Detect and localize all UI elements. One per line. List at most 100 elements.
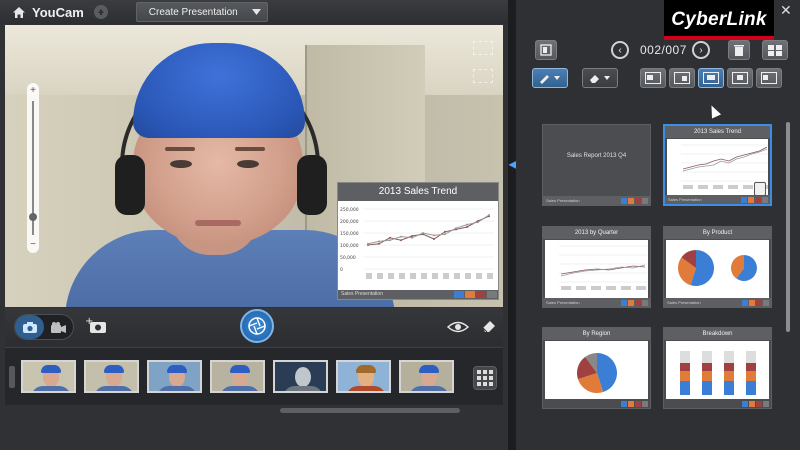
trash-icon[interactable] bbox=[728, 40, 750, 60]
shutter-icon[interactable] bbox=[240, 309, 274, 343]
next-page-icon[interactable]: › bbox=[692, 41, 710, 59]
card-stacked-bar-segment bbox=[680, 363, 690, 371]
thumbnail-6[interactable] bbox=[336, 360, 391, 393]
home-icon[interactable] bbox=[12, 5, 26, 19]
panel-divider bbox=[508, 0, 516, 450]
presentation-slide-overlay[interactable]: 2013 Sales Trend 250,000 200,000 150,000 10… bbox=[337, 182, 499, 300]
layout-full-icon[interactable] bbox=[640, 68, 666, 88]
slide-card-swatch bbox=[635, 198, 641, 204]
mode-dropdown[interactable]: Create Presentation bbox=[135, 2, 268, 22]
overlay-table-cell bbox=[465, 273, 471, 279]
overlay-line-chart: 250,000 200,000 150,000 100,000 50,000 0 bbox=[340, 207, 494, 279]
eraser-icon[interactable] bbox=[481, 319, 497, 338]
grid-view-icon[interactable] bbox=[473, 366, 497, 390]
zoom-in-icon[interactable]: + bbox=[27, 86, 39, 96]
slide-card-swatch bbox=[642, 401, 648, 407]
slide-card-title-text: Sales Report 2013 Q4 bbox=[566, 153, 627, 159]
thumbnail-hat bbox=[41, 365, 61, 373]
capture-thumbnail-strip bbox=[5, 347, 503, 405]
card-stacked-bar-segment bbox=[746, 363, 756, 371]
zoom-out-icon[interactable]: − bbox=[27, 240, 39, 250]
layout-presenter-icon[interactable] bbox=[727, 68, 753, 88]
overlay-point bbox=[367, 242, 369, 245]
card-line-series bbox=[682, 146, 768, 170]
eraser-tool-icon[interactable] bbox=[582, 68, 618, 88]
thumbnail-5[interactable] bbox=[273, 360, 328, 393]
card-table-cell bbox=[683, 185, 693, 189]
overlay-point bbox=[400, 235, 402, 238]
slide-card-chart bbox=[680, 351, 756, 395]
thumbnail-4[interactable] bbox=[210, 360, 265, 393]
overlay-table-cell bbox=[421, 273, 427, 279]
video-icon[interactable] bbox=[44, 315, 73, 339]
fullscreen-icon[interactable] bbox=[473, 69, 493, 83]
card-table-cell bbox=[728, 185, 738, 189]
slide-card-title: Breakdown bbox=[664, 328, 771, 340]
slide-card-swatch bbox=[642, 198, 648, 204]
camera-icon[interactable] bbox=[15, 315, 44, 339]
open-presentation-icon[interactable] bbox=[535, 40, 557, 60]
eye-effect-icon[interactable] bbox=[446, 320, 470, 338]
thumbnail-body bbox=[31, 386, 71, 391]
slide-card-chart bbox=[678, 250, 757, 286]
overlay-point bbox=[455, 227, 457, 230]
layout-pip-icon[interactable] bbox=[669, 68, 695, 88]
close-icon[interactable]: ✕ bbox=[780, 2, 792, 19]
thumbnail-7[interactable] bbox=[399, 360, 454, 393]
upload-icon[interactable] bbox=[93, 5, 108, 19]
thumbnail-hat bbox=[104, 365, 124, 373]
zoom-slider-knob[interactable] bbox=[29, 213, 37, 221]
slide-card-2[interactable]: 2013 Sales Trend Sales Presentation bbox=[663, 124, 772, 206]
thumbnail-body bbox=[409, 386, 449, 391]
slide-card-3[interactable]: 2013 by Quarter Sales Presentation bbox=[542, 226, 651, 308]
slide-card-6[interactable]: Breakdown bbox=[663, 327, 772, 409]
thumbnail-hat bbox=[230, 365, 250, 373]
overlay-point bbox=[466, 223, 468, 226]
fit-screen-icon[interactable] bbox=[473, 41, 493, 55]
slide-card-body bbox=[667, 139, 768, 197]
thumbnail-scrollbar[interactable] bbox=[280, 408, 460, 413]
mode-dropdown-label: Create Presentation bbox=[148, 6, 238, 18]
card-stacked-bar-segment bbox=[746, 371, 756, 381]
overlay-table-cell bbox=[443, 273, 449, 279]
slide-grid-scrollbar[interactable] bbox=[786, 122, 790, 332]
thumbnail-face bbox=[295, 367, 311, 387]
slide-title: 2013 Sales Trend bbox=[338, 183, 498, 201]
overlay-y-tick: 150,000 bbox=[340, 231, 359, 237]
zoom-slider[interactable]: + − bbox=[27, 83, 39, 253]
capture-mode-toggle bbox=[14, 314, 74, 340]
delete-slide-icon[interactable] bbox=[754, 182, 766, 196]
thumbnail-body bbox=[94, 386, 134, 391]
card-stacked-bar-segment bbox=[702, 371, 712, 381]
thumbnail-2[interactable] bbox=[84, 360, 139, 393]
slide-card-5[interactable]: By Region bbox=[542, 327, 651, 409]
thumbnail-1[interactable] bbox=[21, 360, 76, 393]
swatch-red bbox=[476, 291, 486, 298]
slide-card-4[interactable]: By Product Sales Presentation bbox=[663, 226, 772, 308]
slide-card-swatch bbox=[756, 401, 762, 407]
card-table-cell bbox=[576, 286, 586, 290]
strip-left-arrow[interactable] bbox=[9, 366, 15, 388]
overlay-table-cell bbox=[432, 273, 438, 279]
headphone-right bbox=[297, 155, 327, 215]
thumbnail-body bbox=[157, 386, 197, 391]
layout-side-icon[interactable] bbox=[698, 68, 724, 88]
page-counter: 002/007 bbox=[640, 43, 687, 57]
webcam-preview[interactable]: + − 2013 Sales Trend 250,000 200,000 150,0… bbox=[5, 25, 503, 307]
card-table-cell bbox=[698, 185, 708, 189]
slide-card-1[interactable]: Sales Report 2013 Q4 Sales Presentation bbox=[542, 124, 651, 206]
layout-grid-icon[interactable] bbox=[762, 40, 788, 60]
slide-card-swatch bbox=[748, 197, 754, 203]
slide-card-body bbox=[545, 240, 648, 298]
pen-tool-icon[interactable] bbox=[532, 68, 568, 88]
thumbnail-3[interactable] bbox=[147, 360, 202, 393]
slide-card-swatch bbox=[763, 401, 769, 407]
add-photo-icon[interactable]: + bbox=[85, 316, 107, 339]
prev-page-icon[interactable]: ‹ bbox=[611, 41, 629, 59]
card-table-cell bbox=[621, 286, 631, 290]
slide-card-swatch bbox=[749, 300, 755, 306]
slide-card-body bbox=[666, 341, 769, 399]
layout-split-icon[interactable] bbox=[756, 68, 782, 88]
slide-card-swatch bbox=[628, 401, 634, 407]
thumbnail-body bbox=[283, 386, 323, 391]
